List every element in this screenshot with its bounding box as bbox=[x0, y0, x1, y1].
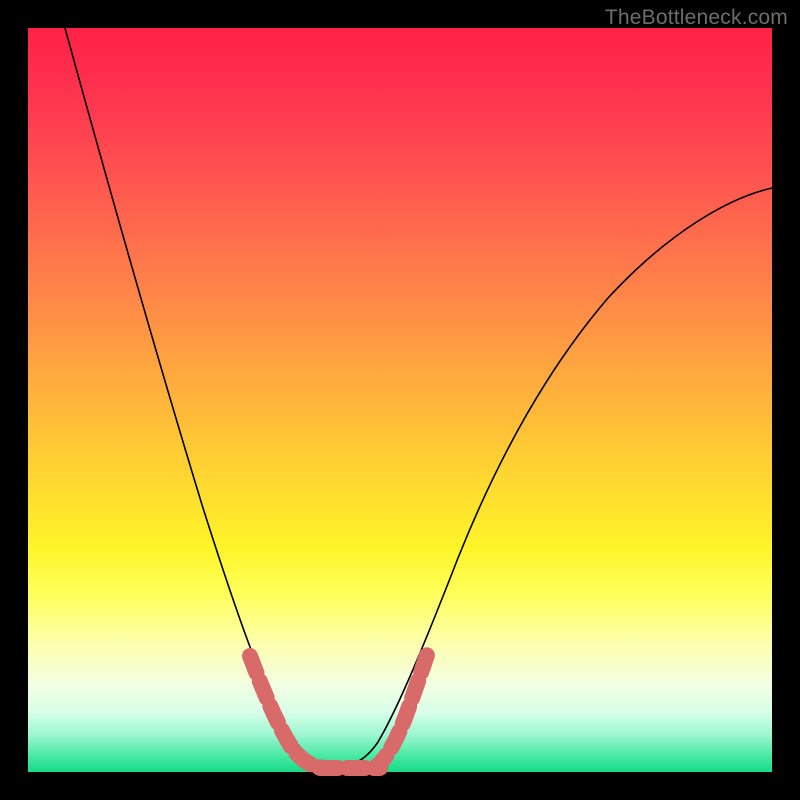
highlight-overlay-left bbox=[250, 656, 326, 768]
chart-frame: TheBottleneck.com bbox=[0, 0, 800, 800]
curve-svg bbox=[28, 28, 772, 772]
highlight-overlay-right bbox=[374, 652, 428, 768]
plot-area bbox=[28, 28, 772, 772]
watermark-text: TheBottleneck.com bbox=[605, 6, 788, 30]
